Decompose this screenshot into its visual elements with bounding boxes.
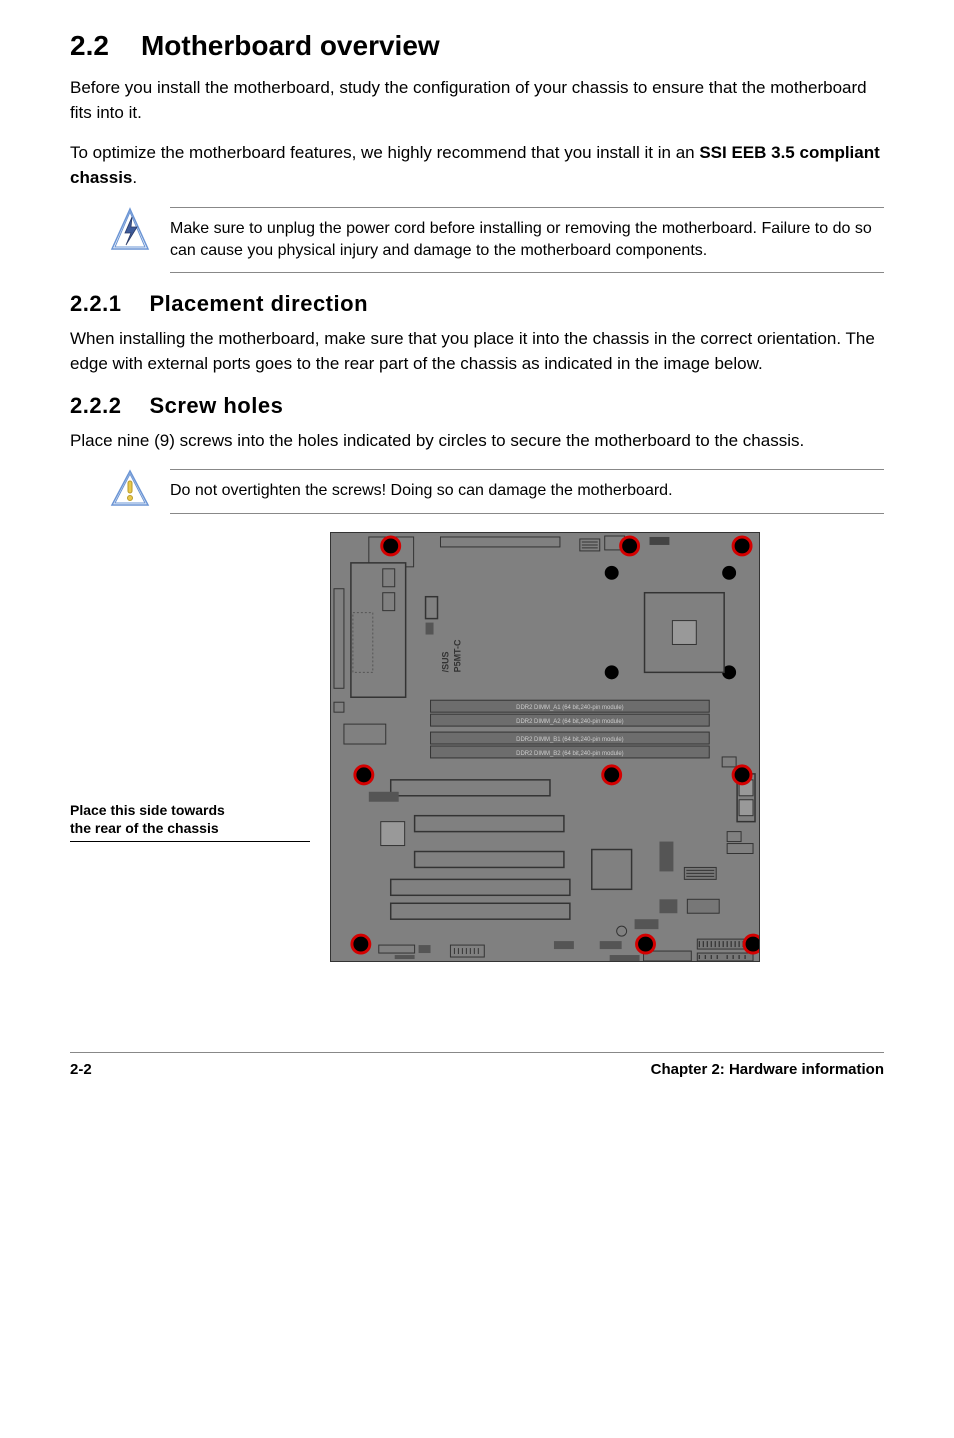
section-heading: 2.2 Motherboard overview bbox=[70, 30, 884, 62]
intro-p2-a: To optimize the motherboard features, we… bbox=[70, 143, 699, 162]
screw-hole-7 bbox=[352, 935, 370, 953]
subsection-2-paragraph: Place nine (9) screws into the holes ind… bbox=[70, 429, 884, 454]
leader-line bbox=[70, 841, 310, 842]
motherboard-diagram-area: Place this side towards the rear of the … bbox=[70, 532, 884, 962]
side-label-line-2: the rear of the chassis bbox=[70, 819, 310, 837]
dimm-b1: DDR2 DIMM_B1 (64 bit,240-pin module) bbox=[516, 737, 623, 743]
caution-note-text: Do not overtighten the screws! Doing so … bbox=[170, 469, 884, 513]
screw-hole-1 bbox=[382, 537, 400, 555]
subsection-2-heading: 2.2.2 Screw holes bbox=[70, 393, 884, 419]
screw-hole-4 bbox=[355, 766, 373, 784]
intro-p2-c: . bbox=[132, 168, 137, 187]
intro-paragraph-2: To optimize the motherboard features, we… bbox=[70, 141, 884, 190]
screw-hole-2 bbox=[621, 537, 639, 555]
screw-hole-3 bbox=[733, 537, 751, 555]
subsection-2-num: 2.2.2 bbox=[70, 393, 121, 419]
subsection-2-title: Screw holes bbox=[149, 393, 283, 419]
motherboard-svg: /SUS P5MT-C DDR2 DIMM_A1 (64 bit,240-pin… bbox=[330, 532, 760, 962]
danger-note: Make sure to unplug the power cord befor… bbox=[110, 207, 884, 274]
dimm-b2: DDR2 DIMM_B2 (64 bit,240-pin module) bbox=[516, 751, 623, 757]
subsection-1-paragraph: When installing the motherboard, make su… bbox=[70, 327, 884, 376]
section-number: 2.2 bbox=[70, 30, 109, 62]
board-model: P5MT-C bbox=[452, 639, 462, 672]
page-footer: 2-2 Chapter 2: Hardware information bbox=[70, 1052, 884, 1078]
subsection-1-title: Placement direction bbox=[149, 291, 368, 317]
screw-hole-9 bbox=[744, 935, 760, 953]
lightning-icon bbox=[110, 207, 150, 253]
screw-hole-8 bbox=[637, 935, 655, 953]
side-label-line-1: Place this side towards bbox=[70, 801, 310, 819]
caution-icon bbox=[110, 469, 150, 509]
caution-note: Do not overtighten the screws! Doing so … bbox=[110, 469, 884, 513]
section-title: Motherboard overview bbox=[141, 30, 440, 62]
danger-note-text: Make sure to unplug the power cord befor… bbox=[170, 207, 884, 274]
footer-chapter: Chapter 2: Hardware information bbox=[651, 1061, 884, 1078]
subsection-1-heading: 2.2.1 Placement direction bbox=[70, 291, 884, 317]
board-brand: /SUS bbox=[440, 651, 450, 672]
diagram-side-label: Place this side towards the rear of the … bbox=[70, 651, 310, 842]
footer-page-number: 2-2 bbox=[70, 1061, 92, 1078]
dimm-a1: DDR2 DIMM_A1 (64 bit,240-pin module) bbox=[516, 705, 623, 711]
subsection-1-num: 2.2.1 bbox=[70, 291, 121, 317]
dimm-a2: DDR2 DIMM_A2 (64 bit,240-pin module) bbox=[516, 719, 623, 725]
intro-paragraph-1: Before you install the motherboard, stud… bbox=[70, 76, 884, 125]
screw-hole-6 bbox=[733, 766, 751, 784]
screw-hole-5 bbox=[603, 766, 621, 784]
